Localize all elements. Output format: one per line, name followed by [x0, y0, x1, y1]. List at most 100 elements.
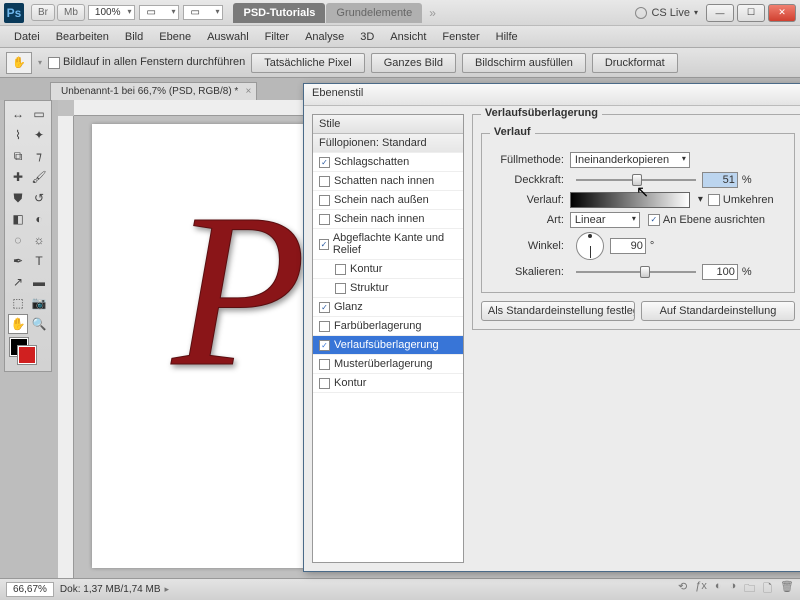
- eraser-tool-icon[interactable]: ◧: [8, 209, 28, 229]
- style-texture[interactable]: Struktur: [313, 279, 463, 298]
- new-icon[interactable]: 🗋: [763, 580, 772, 599]
- angle-dial[interactable]: [576, 232, 604, 260]
- status-zoom[interactable]: 66,67%: [6, 582, 54, 597]
- menu-fenster[interactable]: Fenster: [434, 31, 487, 43]
- window-controls: — ☐ ✕: [706, 4, 796, 22]
- bridge-button[interactable]: Br: [31, 4, 55, 21]
- style-pattern-overlay[interactable]: Musterüberlagerung: [313, 355, 463, 374]
- crop-tool-icon[interactable]: ⧉: [8, 146, 28, 166]
- fx-icon[interactable]: ƒx: [695, 580, 707, 599]
- style-inner-glow[interactable]: Schein nach innen: [313, 210, 463, 229]
- adjust-icon[interactable]: ◑: [730, 580, 737, 599]
- menu-analyse[interactable]: Analyse: [297, 31, 352, 43]
- menu-ansicht[interactable]: Ansicht: [382, 31, 434, 43]
- chevron-icon[interactable]: »: [429, 6, 436, 20]
- maximize-button[interactable]: ☐: [737, 4, 765, 22]
- style-drop-shadow[interactable]: ✓Schlagschatten: [313, 153, 463, 172]
- tab-grundelemente[interactable]: Grundelemente: [326, 3, 422, 23]
- menu-datei[interactable]: Datei: [6, 31, 48, 43]
- scale-input[interactable]: 100: [702, 264, 738, 280]
- brush-tool-icon[interactable]: 🖌: [29, 167, 49, 187]
- fit-screen-button[interactable]: Ganzes Bild: [371, 53, 456, 73]
- styles-header: Stile: [313, 115, 463, 134]
- menu-ebene[interactable]: Ebene: [151, 31, 199, 43]
- style-gradient-overlay[interactable]: ✓Verlaufsüberlagerung: [313, 336, 463, 355]
- gradient-tool-icon[interactable]: ◐: [29, 209, 49, 229]
- dialog-title: Ebenenstil: [304, 84, 800, 106]
- shape-tool-icon[interactable]: ▬: [29, 272, 49, 292]
- menu-filter[interactable]: Filter: [257, 31, 297, 43]
- angle-input[interactable]: 90: [610, 238, 646, 254]
- gradient-preview[interactable]: [570, 192, 690, 208]
- scroll-all-checkbox[interactable]: Bildlauf in allen Fenstern durchführen: [48, 56, 245, 68]
- styles-list: Füllopionen: Standard ✓Schlagschatten Sc…: [313, 134, 463, 562]
- mask-icon[interactable]: ◐: [715, 580, 722, 599]
- print-size-button[interactable]: Druckformat: [592, 53, 678, 73]
- opacity-slider[interactable]: [576, 172, 696, 188]
- fill-screen-button[interactable]: Bildschirm ausfüllen: [462, 53, 586, 73]
- dodge-tool-icon[interactable]: ☼: [29, 230, 49, 250]
- menu-bearbeiten[interactable]: Bearbeiten: [48, 31, 117, 43]
- gradient-label: Verlauf:: [490, 194, 570, 206]
- view-dropdown[interactable]: ▭: [139, 5, 179, 20]
- hand-tool-icon[interactable]: ✋: [6, 52, 32, 74]
- document-tab[interactable]: Unbenannt-1 bei 66,7% (PSD, RGB/8) *: [50, 82, 257, 100]
- heal-tool-icon[interactable]: ✚: [8, 167, 28, 187]
- gradient-group: Verlaufsüberlagerung Verlauf Füllmethode…: [472, 114, 800, 330]
- style-inner-shadow[interactable]: Schatten nach innen: [313, 172, 463, 191]
- stamp-tool-icon[interactable]: ⛊: [8, 188, 28, 208]
- zoom-dropdown[interactable]: 100%: [88, 5, 136, 20]
- pct-label2: %: [742, 266, 752, 278]
- make-default-button[interactable]: Als Standardeinstellung festlegen: [481, 301, 635, 321]
- style-bevel[interactable]: ✓Abgeflachte Kante und Relief: [313, 229, 463, 260]
- minimize-button[interactable]: —: [706, 4, 734, 22]
- eyedropper-tool-icon[interactable]: ⁊: [29, 146, 49, 166]
- history-tool-icon[interactable]: ↺: [29, 188, 49, 208]
- style-satin[interactable]: ✓Glanz: [313, 298, 463, 317]
- pen-tool-icon[interactable]: ✒: [8, 251, 28, 271]
- blend-mode-dropdown[interactable]: Ineinanderkopieren: [570, 152, 690, 168]
- reset-default-button[interactable]: Auf Standardeinstellung: [641, 301, 795, 321]
- menu-bild[interactable]: Bild: [117, 31, 151, 43]
- chevron-right-icon[interactable]: ▸: [165, 584, 170, 595]
- marquee-tool-icon[interactable]: ▭: [29, 104, 49, 124]
- wand-tool-icon[interactable]: ✦: [29, 125, 49, 145]
- style-contour[interactable]: Kontur: [313, 260, 463, 279]
- path-tool-icon[interactable]: ↗: [8, 272, 28, 292]
- title-bar: Ps Br Mb 100% ▭ ▭ PSD-Tutorials Grundele…: [0, 0, 800, 26]
- status-icons: ⟲ ƒx ◐ ◑ 🗀 🗋 🗑: [678, 580, 794, 599]
- link-icon[interactable]: ⟲: [678, 580, 687, 599]
- scale-slider[interactable]: [576, 264, 696, 280]
- hand-tool2-icon[interactable]: ✋: [8, 314, 28, 334]
- close-button[interactable]: ✕: [768, 4, 796, 22]
- zoom-tool-icon[interactable]: 🔍: [29, 314, 49, 334]
- minibridge-button[interactable]: Mb: [57, 4, 85, 21]
- screen-dropdown[interactable]: ▭: [183, 5, 223, 20]
- lasso-tool-icon[interactable]: ⌇: [8, 125, 28, 145]
- style-blend-options[interactable]: Füllopionen: Standard: [313, 134, 463, 153]
- blur-tool-icon[interactable]: ◌: [8, 230, 28, 250]
- align-checkbox[interactable]: ✓An Ebene ausrichten: [648, 214, 765, 226]
- opacity-input[interactable]: 51: [702, 172, 738, 188]
- reverse-checkbox[interactable]: Umkehren: [708, 194, 774, 206]
- cs-live[interactable]: CS Live ▾: [635, 7, 698, 19]
- menu-auswahl[interactable]: Auswahl: [199, 31, 257, 43]
- tab-psd-tutorials[interactable]: PSD-Tutorials: [233, 3, 325, 23]
- style-outer-glow[interactable]: Schein nach außen: [313, 191, 463, 210]
- actual-pixels-button[interactable]: Tatsächliche Pixel: [251, 53, 364, 73]
- color-swatches[interactable]: [8, 338, 48, 368]
- trash-icon[interactable]: 🗑: [780, 580, 794, 599]
- style-dropdown[interactable]: Linear: [570, 212, 640, 228]
- 3d-tool-icon[interactable]: ⬚: [8, 293, 28, 313]
- menu-hilfe[interactable]: Hilfe: [488, 31, 526, 43]
- style-stroke[interactable]: Kontur: [313, 374, 463, 393]
- move-tool-icon[interactable]: ↔: [8, 104, 28, 124]
- menu-3d[interactable]: 3D: [352, 31, 382, 43]
- background-swatch[interactable]: [18, 346, 36, 364]
- blend-mode-label: Füllmethode:: [490, 154, 570, 166]
- camera-tool-icon[interactable]: 📷: [29, 293, 49, 313]
- type-tool-icon[interactable]: T: [29, 251, 49, 271]
- style-label: Art:: [490, 214, 570, 226]
- style-color-overlay[interactable]: Farbüberlagerung: [313, 317, 463, 336]
- folder-icon[interactable]: 🗀: [744, 580, 755, 599]
